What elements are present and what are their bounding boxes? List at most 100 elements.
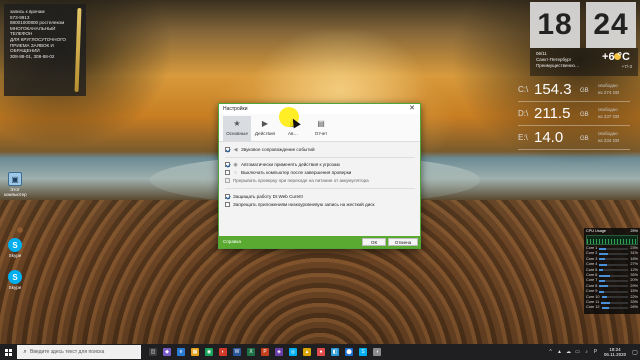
- cpu-core-value: 26%: [630, 305, 638, 310]
- drive-free-size: 211.5: [534, 105, 571, 122]
- taskbar-app-icon: ◧: [331, 348, 339, 356]
- taskbar-app-button[interactable]: ●: [314, 344, 328, 360]
- tray-date: 06.11.2020: [603, 352, 627, 357]
- taskbar-app-button[interactable]: ◑: [370, 344, 384, 360]
- taskbar-app-button[interactable]: ▲: [300, 344, 314, 360]
- taskbar-app-button[interactable]: W: [230, 344, 244, 360]
- cpu-usage-gadget[interactable]: CPU Usage 25% Core 1 23% Core 2 31% Core 3 18…: [584, 228, 640, 314]
- dialog-titlebar[interactable]: Настройки ✕: [219, 104, 420, 114]
- weather-range: +7/-3: [621, 64, 632, 69]
- cpu-core-bar-fill: [599, 247, 607, 250]
- drive-unit: GB: [580, 112, 589, 118]
- cpu-core-bar-fill: [601, 301, 611, 304]
- drive-letter: D:\: [518, 109, 529, 118]
- drive-bar: [518, 125, 630, 126]
- tab-label: Основные: [226, 131, 248, 136]
- cpu-core-bar-fill: [599, 253, 609, 255]
- notification-icon[interactable]: ▢: [630, 344, 640, 360]
- block-disk-checkbox[interactable]: [225, 202, 230, 207]
- taskbar-app-button[interactable]: ◆: [160, 344, 174, 360]
- auto-apply-checkbox[interactable]: [225, 162, 230, 167]
- clock-gadget[interactable]: 18 24: [530, 2, 638, 52]
- drive-free-size: 14.0: [534, 129, 564, 146]
- cpu-core-bar-fill: [599, 258, 605, 261]
- protect-checkbox[interactable]: [225, 194, 230, 199]
- option-auto-apply[interactable]: ◉ Автоматически применять действия к угр…: [225, 161, 415, 168]
- cpu-core-bar: [599, 253, 629, 255]
- cancel-button[interactable]: Отмена: [388, 238, 418, 246]
- tab-report[interactable]: ▤ Отчет: [307, 116, 335, 141]
- cpu-core-list: Core 1 23% Core 2 31% Core 3 18% Core 4 27% Core…: [584, 246, 640, 311]
- clock-minutes: 24: [586, 2, 636, 48]
- cpu-core-bar-fill: [599, 280, 606, 283]
- tray-app-icon[interactable]: ▲: [555, 349, 564, 355]
- cpu-core-bar: [599, 274, 629, 277]
- taskbar-app-button[interactable]: ◫: [146, 344, 160, 360]
- taskbar-app-button[interactable]: ◧: [328, 344, 342, 360]
- search-icon: ⌕: [23, 348, 27, 355]
- taskbar-app-button[interactable]: ⬤: [342, 344, 356, 360]
- tab-actions[interactable]: ▶ Действия: [251, 116, 279, 141]
- drive-e[interactable]: E:\ 14.0 GB свободно из 234 GB: [512, 128, 636, 150]
- system-tray: ^ ▲ ☁ ▭ ♪ Р 18:24 06.11.2020 ▢: [546, 344, 640, 360]
- divider: [225, 157, 415, 158]
- taskbar-app-button[interactable]: ▦: [188, 344, 202, 360]
- taskbar-app-icon: ▦: [191, 348, 199, 356]
- taskbar-app-icon: ●: [317, 348, 325, 356]
- tray-cloud-icon[interactable]: ☁: [564, 349, 573, 355]
- shutdown-checkbox[interactable]: [225, 170, 230, 175]
- taskbar-app-button[interactable]: X: [244, 344, 258, 360]
- taskbar-app-button[interactable]: ◐: [216, 344, 230, 360]
- tray-clock[interactable]: 18:24 06.11.2020: [600, 347, 630, 358]
- weather-condition: Преимущественно…: [536, 63, 580, 68]
- help-link[interactable]: Справка: [223, 239, 241, 244]
- taskbar-app-icon: ◫: [149, 348, 157, 356]
- cpu-percent: 25%: [630, 229, 638, 233]
- desktop-icon-label: Skype: [8, 285, 22, 290]
- cpu-core-bar-fill: [599, 285, 608, 288]
- close-icon[interactable]: ✕: [407, 104, 417, 114]
- taskbar-search[interactable]: ⌕ Введите здесь текст для поиска: [17, 345, 141, 359]
- desktop-icon-this-pc[interactable]: ▣ Этот компьютер: [4, 172, 27, 197]
- drive-c[interactable]: C:\ 154.3 GB свободно из 274 GB: [512, 80, 636, 102]
- start-button[interactable]: [0, 344, 16, 360]
- taskbar-app-button[interactable]: S: [356, 344, 370, 360]
- taskbar-app-button[interactable]: ◈: [272, 344, 286, 360]
- ok-button[interactable]: ОК: [362, 238, 386, 246]
- cpu-title: CPU Usage: [586, 229, 607, 233]
- taskbar-app-button[interactable]: ◉: [202, 344, 216, 360]
- tray-chevron-icon[interactable]: ^: [546, 349, 555, 355]
- tab-label: Действия: [254, 131, 276, 136]
- tray-battery-icon[interactable]: ▭: [573, 349, 582, 355]
- drive-unit: GB: [580, 88, 589, 94]
- drive-d[interactable]: D:\ 211.5 GB свободно из 237 GB: [512, 104, 636, 126]
- option-protect[interactable]: Защищать работу Dr.Web CureIt!: [225, 193, 415, 200]
- cpu-core-bar-fill: [599, 263, 608, 266]
- option-shutdown[interactable]: ○ Выключать компьютер после завершения п…: [225, 169, 415, 176]
- drive-info: свободно: [598, 131, 618, 136]
- desktop-icon-skype-2[interactable]: S Skype: [4, 270, 26, 290]
- weather-gadget[interactable]: 06/11 Санкт-Петербург Преимущественно… +…: [530, 48, 638, 76]
- sound-checkbox[interactable]: [225, 147, 230, 152]
- cpu-core-bar: [601, 296, 629, 299]
- sticky-note[interactable]: запись к врачам 573-9913 88001000800 рос…: [4, 4, 86, 96]
- option-label: Звуковое сопровождение событий: [241, 147, 315, 152]
- option-battery[interactable]: Прерывать проверку при переходе на питан…: [225, 177, 415, 184]
- taskbar-app-button[interactable]: e: [174, 344, 188, 360]
- taskbar-apps: ◫ ◆ e ▦ ◉ ◐ W X P ◈ ◎ ▲ ● ◧ ⬤ S ◑: [146, 344, 384, 360]
- tab-main[interactable]: ★ Основные: [223, 116, 251, 141]
- taskbar-app-button[interactable]: P: [258, 344, 272, 360]
- taskbar-app-button[interactable]: ◎: [286, 344, 300, 360]
- tab-label: Отчет: [314, 131, 328, 136]
- taskbar-app-icon: ◆: [163, 348, 171, 356]
- tab-label: Ав…: [287, 131, 299, 136]
- tray-volume-icon[interactable]: ♪: [582, 349, 591, 355]
- option-sound[interactable]: ◀ Звуковое сопровождение событий: [225, 146, 415, 153]
- option-block-disk[interactable]: Запрещать приложениям низкоуровневую зап…: [225, 201, 415, 208]
- desktop-icon-skype[interactable]: S Skype: [4, 238, 26, 258]
- tray-language-icon[interactable]: Р: [591, 349, 600, 355]
- dialog-title: Настройки: [223, 106, 248, 112]
- taskbar-app-icon: P: [261, 348, 269, 356]
- cpu-core-bar: [599, 263, 629, 266]
- battery-checkbox[interactable]: [225, 178, 230, 183]
